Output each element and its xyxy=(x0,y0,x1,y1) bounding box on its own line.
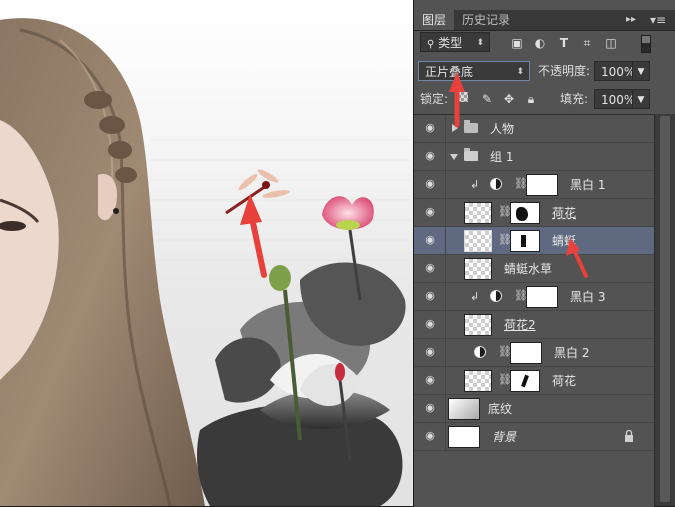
visibility-eye-icon[interactable]: ◉ xyxy=(422,346,438,358)
link-icon: ⛓ xyxy=(498,373,512,386)
lock-icon xyxy=(624,429,634,442)
layer-row[interactable]: ◉ ⛓ 黑白 2 xyxy=(414,339,654,367)
visibility-eye-icon[interactable]: ◉ xyxy=(422,430,438,442)
adjustment-layer-icon xyxy=(474,346,486,358)
layer-name: 荷花2 xyxy=(504,318,536,332)
layer-row[interactable]: ◉ 底纹 xyxy=(414,395,654,423)
annotation-arrow-dragonfly-layer xyxy=(566,238,588,278)
layer-name: 背景 xyxy=(492,430,517,444)
layer-thumbnail[interactable] xyxy=(448,398,480,420)
layer-row[interactable]: ◉ 背景 xyxy=(414,423,654,451)
layer-mask-thumbnail[interactable] xyxy=(510,370,540,392)
document-canvas[interactable] xyxy=(0,0,413,506)
visibility-eye-icon[interactable]: ◉ xyxy=(422,318,438,330)
annotation-arrow-dragonfly xyxy=(240,194,267,278)
layer-name: 黑白 2 xyxy=(554,346,590,360)
layer-name: 底纹 xyxy=(488,402,513,416)
layer-mask-thumbnail[interactable] xyxy=(510,342,542,364)
layer-row[interactable]: ◉ ⛓ 荷花 xyxy=(414,367,654,395)
layer-thumbnail[interactable] xyxy=(464,370,492,392)
layers-panel: 图层 历史记录 ▸▸ ▾≡ ⚲ 类型 ⬍ ▣ ◐ T ⌗ ◫ 正片叠底 ⬍ 不透… xyxy=(413,0,675,507)
layer-thumbnail[interactable] xyxy=(448,426,480,448)
layer-row[interactable]: ◉ 荷花2 xyxy=(414,311,654,339)
layer-thumbnail[interactable] xyxy=(464,314,492,336)
visibility-eye-icon[interactable]: ◉ xyxy=(422,374,438,386)
link-icon: ⛓ xyxy=(498,345,512,358)
layer-name: 荷花 xyxy=(552,374,577,388)
visibility-eye-icon[interactable]: ◉ xyxy=(422,402,438,414)
